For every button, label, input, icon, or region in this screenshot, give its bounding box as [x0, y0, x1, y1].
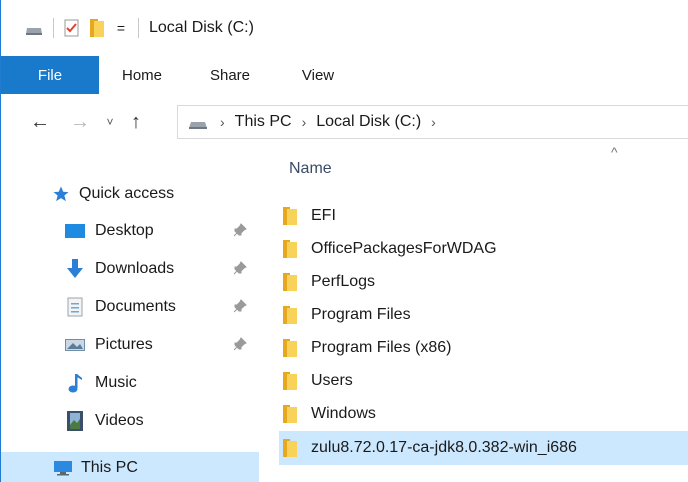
- nav-item-this-pc[interactable]: This PC: [1, 452, 259, 482]
- folder-icon: [283, 207, 297, 225]
- nav-item-documents[interactable]: Documents: [1, 291, 259, 323]
- folder-icon: [283, 372, 297, 390]
- folder-row[interactable]: Program Files: [283, 299, 688, 331]
- up-button[interactable]: ↑: [121, 107, 151, 137]
- navigation-bar: ← → ˅ ↑ › This PC › Local Disk (C:) ›: [1, 100, 688, 144]
- nav-item-label: This PC: [81, 459, 138, 476]
- nav-item-label: Desktop: [95, 222, 154, 239]
- pictures-icon: [65, 335, 85, 355]
- music-note-icon: [65, 373, 85, 393]
- pin-icon[interactable]: [233, 222, 247, 240]
- folder-row[interactable]: OfficePackagesForWDAG: [283, 233, 688, 265]
- folder-icon: [283, 405, 297, 423]
- customize-quick-access-icon[interactable]: =: [114, 20, 128, 36]
- quick-access-toolbar: =: [25, 18, 149, 38]
- nav-item-desktop[interactable]: Desktop: [1, 215, 259, 247]
- breadcrumb-local-disk[interactable]: Local Disk (C:): [312, 113, 425, 131]
- nav-item-label: Documents: [95, 298, 176, 315]
- desktop-icon: [65, 221, 85, 241]
- nav-item-pictures[interactable]: Pictures: [1, 329, 259, 361]
- back-button[interactable]: ←: [25, 107, 55, 137]
- recent-locations-button[interactable]: ˅: [99, 107, 121, 137]
- folder-row[interactable]: EFI: [283, 200, 688, 232]
- download-arrow-icon: [65, 259, 85, 279]
- file-list: ^ Name EFI OfficePackagesForWDAG PerfLog…: [261, 144, 688, 482]
- folder-row[interactable]: Program Files (x86): [283, 332, 688, 364]
- title-bar: = Local Disk (C:): [1, 0, 688, 56]
- column-header-name[interactable]: Name: [289, 160, 332, 178]
- new-folder-icon[interactable]: [90, 19, 106, 37]
- documents-icon: [65, 297, 85, 317]
- folder-row-selected[interactable]: zulu8.72.0.17-ca-jdk8.0.382-win_i686: [279, 431, 688, 465]
- star-icon: [51, 184, 71, 204]
- folder-icon: [283, 273, 297, 291]
- nav-item-downloads[interactable]: Downloads: [1, 253, 259, 285]
- pin-icon[interactable]: [233, 260, 247, 278]
- breadcrumb-this-pc[interactable]: This PC: [231, 113, 296, 131]
- folder-row[interactable]: Users: [283, 365, 688, 397]
- nav-item-quick-access[interactable]: Quick access: [1, 178, 259, 210]
- navigation-pane: Quick access Desktop Downloads Documents…: [1, 150, 261, 482]
- tab-share[interactable]: Share: [185, 56, 275, 94]
- explorer-window: = Local Disk (C:) File Home Share View ←…: [0, 0, 688, 482]
- folder-name: zulu8.72.0.17-ca-jdk8.0.382-win_i686: [311, 439, 577, 456]
- folder-name: Windows: [311, 405, 376, 422]
- folder-name: Program Files (x86): [311, 339, 452, 356]
- folder-name: OfficePackagesForWDAG: [311, 240, 497, 257]
- nav-item-label: Downloads: [95, 260, 175, 277]
- folder-icon: [283, 306, 297, 324]
- folder-icon: [283, 439, 297, 457]
- folder-name: Users: [311, 372, 353, 389]
- breadcrumb-chevron-icon[interactable]: ›: [214, 114, 231, 130]
- folder-name: EFI: [311, 207, 336, 224]
- folder-name: PerfLogs: [311, 273, 376, 290]
- folder-row[interactable]: PerfLogs: [283, 266, 688, 298]
- folder-icon: [283, 339, 297, 357]
- computer-icon: [53, 458, 73, 478]
- tab-file[interactable]: File: [1, 56, 99, 94]
- breadcrumb-chevron-icon[interactable]: ›: [425, 114, 442, 130]
- address-bar[interactable]: › This PC › Local Disk (C:) ›: [177, 105, 688, 139]
- tab-home[interactable]: Home: [99, 56, 185, 94]
- folder-name: Program Files: [311, 306, 411, 323]
- nav-item-label: Videos: [95, 412, 144, 429]
- drive-icon: [188, 117, 208, 129]
- toolbar-separator: [53, 18, 54, 38]
- nav-item-label: Quick access: [79, 185, 175, 202]
- folder-row[interactable]: Windows: [283, 398, 688, 430]
- pin-icon[interactable]: [233, 298, 247, 316]
- forward-button[interactable]: →: [65, 107, 95, 137]
- nav-item-label: Music: [95, 374, 137, 391]
- folder-icon: [283, 240, 297, 258]
- drive-icon[interactable]: [25, 23, 43, 35]
- window-title: Local Disk (C:): [149, 19, 254, 36]
- breadcrumb-chevron-icon[interactable]: ›: [296, 114, 313, 130]
- pin-icon[interactable]: [233, 336, 247, 354]
- ribbon-tabs: File Home Share View: [1, 56, 688, 94]
- nav-item-label: Pictures: [95, 336, 153, 353]
- nav-item-videos[interactable]: Videos: [1, 405, 259, 437]
- toolbar-separator: [138, 18, 139, 38]
- videos-icon: [65, 411, 85, 431]
- tab-view[interactable]: View: [275, 56, 361, 94]
- nav-item-music[interactable]: Music: [1, 367, 259, 399]
- properties-check-icon[interactable]: [64, 19, 80, 37]
- sort-ascending-icon[interactable]: ^: [611, 144, 618, 160]
